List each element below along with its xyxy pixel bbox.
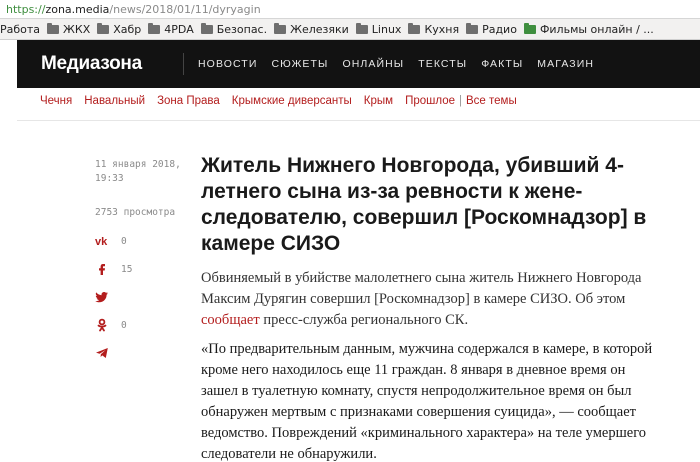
bookmark-folder-linux[interactable]: Linux [355, 22, 409, 36]
url-scheme: https:// [6, 3, 46, 16]
folder-icon [466, 22, 479, 34]
bookmark-films[interactable]: Фильмы онлайн / ... [523, 22, 661, 36]
share-twitter[interactable] [95, 290, 155, 304]
header-divider [17, 120, 700, 121]
folder-icon [408, 22, 421, 34]
share-odnoklassniki[interactable]: 0 [95, 318, 155, 332]
bookmark-folder-4pda[interactable]: 4PDA [148, 22, 200, 36]
view-count: 2753 просмотра [95, 207, 176, 218]
all-topics-link[interactable]: Все темы [466, 95, 517, 107]
bookmark-folder-zhkh[interactable]: ЖКХ [47, 22, 97, 36]
film-bookmark-icon [523, 22, 536, 34]
lead-text-end: пресс-служба регионального СК. [259, 312, 469, 328]
facebook-icon [99, 264, 105, 275]
tag-past[interactable]: Прошлое [405, 95, 455, 107]
folder-icon [148, 22, 161, 34]
nav-online[interactable]: ОНЛАЙНЫ [342, 58, 404, 70]
publish-date-line: 11 января 2018, [95, 159, 181, 170]
folder-icon [355, 22, 368, 34]
nav-news[interactable]: НОВОСТИ [198, 58, 257, 70]
bookmark-folder-kitchen[interactable]: Кухня [408, 22, 466, 36]
tag-crimea[interactable]: Крым [364, 95, 393, 107]
folder-icon [47, 22, 60, 34]
tag-chechnya[interactable]: Чечня [40, 95, 72, 107]
main-nav: НОВОСТИ СЮЖЕТЫ ОНЛАЙНЫ ТЕКСТЫ ФАКТЫ МАГА… [198, 58, 594, 70]
share-facebook[interactable]: 15 [95, 262, 155, 276]
odnoklassniki-icon [97, 318, 107, 332]
nav-divider [183, 53, 184, 75]
lead-text: Обвиняемый в убийстве малолетнего сына ж… [201, 270, 642, 307]
bookmark-folder-hardware[interactable]: Железяки [274, 22, 356, 36]
nav-shop[interactable]: МАГАЗИН [537, 58, 594, 70]
nav-facts[interactable]: ФАКТЫ [481, 58, 523, 70]
twitter-icon [95, 292, 108, 303]
bookmarks-bar: Работа ЖКХ Хабр 4PDA Безопас. Железяки L… [0, 19, 700, 40]
folder-icon [97, 22, 110, 34]
tag-separator: | [459, 95, 462, 107]
bookmark-folder-habr[interactable]: Хабр [97, 22, 148, 36]
bookmark-rabota[interactable]: Работа [0, 23, 47, 36]
topic-tags: Чечня Навальный Зона Права Крымские диве… [40, 95, 529, 107]
tag-crimean-saboteurs[interactable]: Крымские диверсанты [232, 95, 352, 107]
address-bar[interactable]: https://zona.media/news/2018/01/11/dyrya… [0, 0, 700, 19]
bookmark-folder-security[interactable]: Безопас. [200, 22, 274, 36]
telegram-icon [96, 348, 108, 358]
vk-icon: vk [95, 236, 108, 248]
article-headline: Житель Нижнего Новгорода, убивший 4-летн… [201, 154, 647, 255]
share-vk[interactable]: vk 0 [95, 234, 155, 249]
tag-zona-prava[interactable]: Зона Права [157, 95, 220, 107]
share-count-odnoklassniki: 0 [121, 319, 127, 331]
publish-time: 19:33 [95, 173, 124, 184]
share-count-vk: 0 [121, 235, 127, 247]
source-link[interactable]: сообщает [201, 312, 260, 328]
article-lead: Обвиняемый в убийстве малолетнего сына ж… [201, 268, 661, 331]
site-logo[interactable]: Медиазона [17, 53, 183, 75]
tag-navalny[interactable]: Навальный [84, 95, 145, 107]
site-header: Медиазона НОВОСТИ СЮЖЕТЫ ОНЛАЙНЫ ТЕКСТЫ … [17, 40, 700, 88]
folder-icon [274, 22, 287, 34]
share-telegram[interactable] [95, 346, 155, 360]
article-body: «По предварительным данным, мужчина соде… [201, 341, 653, 462]
publish-date: 11 января 2018, 19:33 [95, 158, 195, 186]
share-count-facebook: 15 [121, 263, 133, 275]
svg-text:vk: vk [95, 236, 108, 248]
url-path: /news/2018/01/11/dyryagin [109, 3, 261, 16]
url-host: zona.media [45, 3, 110, 16]
nav-texts[interactable]: ТЕКСТЫ [418, 58, 467, 70]
folder-icon [200, 22, 213, 34]
bookmark-folder-radio[interactable]: Радио [466, 22, 524, 36]
nav-stories[interactable]: СЮЖЕТЫ [271, 58, 328, 70]
